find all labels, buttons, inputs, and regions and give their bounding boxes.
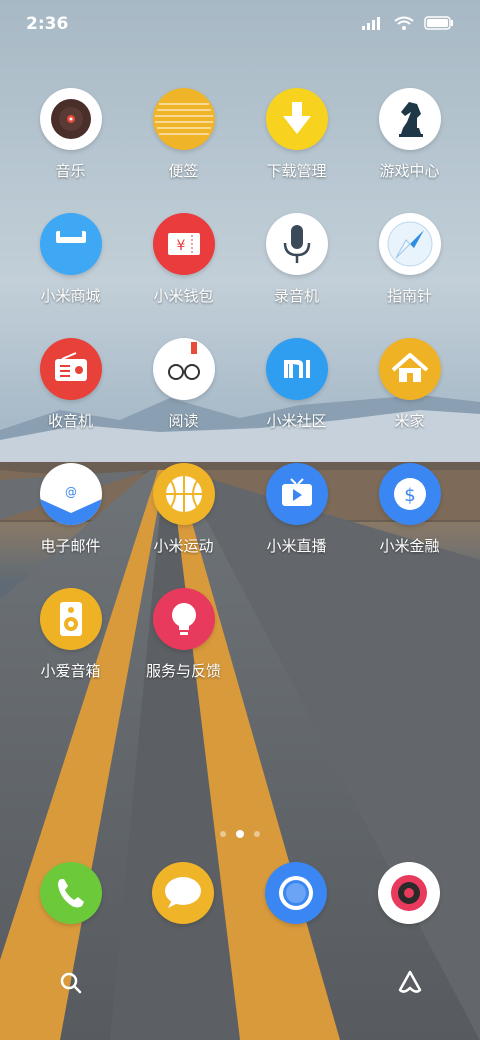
message-bubble-icon — [152, 862, 214, 924]
page-dot-current[interactable] — [236, 830, 244, 838]
glasses-book-icon — [152, 338, 215, 400]
notes-icon — [152, 88, 215, 150]
app-radio[interactable]: 收音机 — [14, 338, 127, 431]
app-email[interactable]: @ 电子邮件 — [14, 463, 127, 556]
radio-icon — [39, 338, 102, 400]
search-button[interactable] — [58, 970, 84, 996]
battery-icon — [424, 16, 453, 30]
svg-text:@: @ — [65, 485, 77, 499]
speaker-icon — [39, 588, 102, 650]
dollar-coin-icon: $ — [378, 463, 441, 525]
shopping-bag-icon — [39, 213, 102, 275]
app-compass[interactable]: 指南针 — [353, 213, 466, 306]
page-indicator — [0, 830, 480, 838]
home-icon — [378, 338, 441, 400]
signal-icon — [362, 17, 380, 30]
app-label: 小米社区 — [266, 412, 327, 430]
app-label: 小米商城 — [40, 287, 101, 305]
search-icon — [60, 972, 82, 994]
app-label: 小米直播 — [266, 537, 327, 555]
app-label: 便签 — [168, 162, 199, 180]
app-label: 小米运动 — [153, 537, 214, 555]
compass-icon — [378, 213, 441, 275]
app-label: 音乐 — [55, 162, 86, 180]
email-envelope-icon: @ — [39, 463, 102, 525]
wifi-icon — [394, 16, 414, 30]
app-mi-community[interactable]: 小米社区 — [240, 338, 353, 431]
app-label: 服务与反馈 — [145, 662, 221, 680]
app-mi-sports[interactable]: 小米运动 — [127, 463, 240, 556]
status-bar: 2:36 — [0, 0, 480, 50]
lightbulb-icon — [152, 588, 215, 650]
app-label: 阅读 — [168, 412, 199, 430]
yuan-ticket-icon: ¥ — [152, 213, 215, 275]
app-label: 指南针 — [386, 287, 432, 305]
app-mi-wallet[interactable]: ¥ 小米钱包 — [127, 213, 240, 306]
system-icons — [362, 16, 454, 30]
basketball-icon — [152, 463, 215, 525]
app-label: 小爱音箱 — [40, 662, 101, 680]
app-game-center[interactable]: 游戏中心 — [353, 88, 466, 181]
live-tv-icon — [265, 463, 328, 525]
dock-messages[interactable] — [152, 862, 214, 924]
assistant-icon — [398, 970, 422, 993]
app-label: 下载管理 — [266, 162, 327, 180]
dock-camera[interactable] — [378, 862, 440, 924]
home-screen: 2:36 音乐 便签 下载管理 游戏中心 小米商城 ¥ 小米钱包 录音机 指南针… — [0, 0, 480, 1040]
app-recorder[interactable]: 录音机 — [240, 213, 353, 306]
chess-knight-icon — [378, 88, 441, 150]
browser-icon — [265, 862, 327, 924]
app-mi-live[interactable]: 小米直播 — [240, 463, 353, 556]
app-label: 米家 — [394, 412, 425, 430]
svg-text:¥: ¥ — [176, 238, 185, 254]
download-arrow-icon — [265, 88, 328, 150]
app-download-manager[interactable]: 下载管理 — [240, 88, 353, 181]
dock-phone[interactable] — [40, 862, 102, 924]
app-label: 小米钱包 — [153, 287, 214, 305]
app-service-feedback[interactable]: 服务与反馈 — [127, 588, 240, 681]
app-mijia[interactable]: 米家 — [353, 338, 466, 431]
phone-icon — [40, 862, 102, 924]
app-mi-finance[interactable]: $ 小米金融 — [353, 463, 466, 556]
page-dot[interactable] — [254, 831, 260, 837]
app-label: 电子邮件 — [40, 537, 101, 555]
app-xiaoai-speaker[interactable]: 小爱音箱 — [14, 588, 127, 681]
dock-browser[interactable] — [265, 862, 327, 924]
assistant-button[interactable] — [396, 968, 424, 996]
app-reading[interactable]: 阅读 — [127, 338, 240, 431]
svg-text:$: $ — [404, 485, 415, 506]
app-label: 收音机 — [47, 412, 93, 430]
microphone-icon — [265, 213, 328, 275]
clock: 2:36 — [26, 14, 69, 34]
vinyl-record-icon — [39, 88, 102, 150]
page-dot[interactable] — [220, 831, 226, 837]
app-mi-store[interactable]: 小米商城 — [14, 213, 127, 306]
app-label: 录音机 — [273, 287, 319, 305]
camera-icon — [378, 862, 440, 924]
app-label: 小米金融 — [379, 537, 440, 555]
app-notes[interactable]: 便签 — [127, 88, 240, 181]
app-label: 游戏中心 — [379, 162, 440, 180]
mi-logo-icon — [265, 338, 328, 400]
app-music[interactable]: 音乐 — [14, 88, 127, 181]
